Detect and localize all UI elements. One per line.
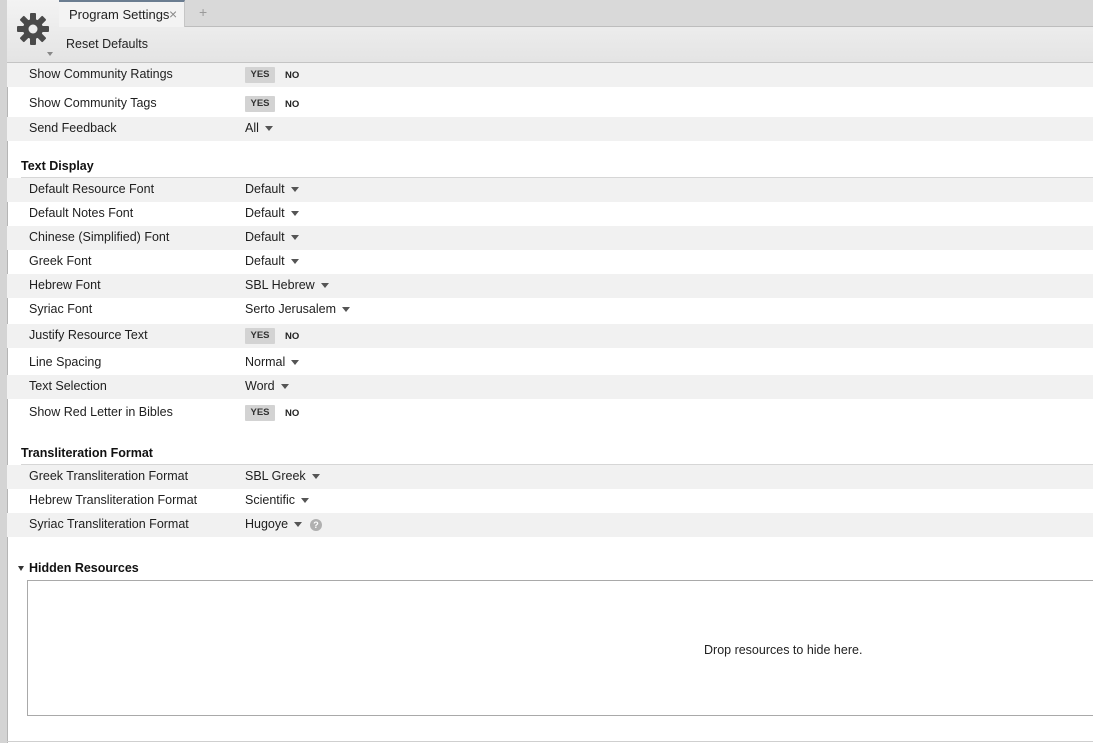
dropdown-value: Word — [245, 379, 275, 393]
setting-label: Line Spacing — [29, 355, 102, 369]
dropdown-value: Serto Jerusalem — [245, 302, 337, 316]
setting-label: Hebrew Transliteration Format — [29, 493, 198, 507]
setting-label: Text Selection — [29, 379, 107, 393]
dropzone-hint: Drop resources to hide here. — [704, 643, 863, 657]
row-show-community-tags: Show Community Tags YES NO — [7, 92, 1093, 116]
setting-label: Default Resource Font — [29, 182, 155, 196]
dropdown-value: SBL Greek — [245, 469, 306, 483]
setting-label: Greek Font — [29, 254, 92, 268]
syriac-font-dropdown[interactable]: Serto Jerusalem — [245, 302, 351, 316]
tab-strip: Program Settings × + — [59, 0, 1093, 27]
bottom-divider — [7, 741, 1093, 742]
dropdown-value: Scientific — [245, 493, 296, 507]
setting-label: Syriac Font — [29, 302, 93, 316]
chevron-down-icon — [294, 522, 303, 528]
chevron-down-icon — [264, 126, 273, 132]
line-spacing-dropdown[interactable]: Normal — [245, 355, 300, 369]
dropdown-value: SBL Hebrew — [245, 278, 315, 292]
row-hebrew-font: Hebrew Font SBL Hebrew — [7, 274, 1093, 298]
setting-label: Chinese (Simplified) Font — [29, 230, 170, 244]
disclosure-triangle-icon[interactable] — [18, 566, 24, 571]
close-icon[interactable]: × — [169, 6, 177, 22]
chevron-down-icon — [290, 187, 299, 193]
tab-label: Program Settings — [69, 7, 170, 22]
setting-label: Syriac Transliteration Format — [29, 517, 189, 531]
toggle-yes-button[interactable]: YES — [245, 328, 275, 344]
section-title-text-display: Text Display — [21, 159, 94, 173]
dropdown-value: Default — [245, 182, 285, 196]
dropdown-value: Default — [245, 254, 285, 268]
chevron-down-icon — [311, 474, 320, 480]
row-greek-font: Greek Font Default — [7, 250, 1093, 274]
setting-label: Greek Transliteration Format — [29, 469, 189, 483]
setting-label: Default Notes Font — [29, 206, 134, 220]
chevron-down-icon — [290, 259, 299, 265]
setting-label: Show Community Ratings — [29, 67, 173, 81]
tab-program-settings[interactable]: Program Settings × — [59, 0, 185, 27]
dropdown-value: Default — [245, 206, 285, 220]
text-selection-dropdown[interactable]: Word — [245, 379, 289, 393]
row-default-notes-font: Default Notes Font Default — [7, 202, 1093, 226]
chevron-down-icon — [291, 360, 300, 366]
greek-transliteration-dropdown[interactable]: SBL Greek — [245, 469, 320, 483]
settings-content: Show Community Ratings YES NO Show Commu… — [7, 63, 1093, 743]
reset-defaults-button[interactable]: Reset Defaults — [66, 37, 148, 51]
chinese-font-dropdown[interactable]: Default — [245, 230, 299, 244]
section-title-hidden-resources[interactable]: Hidden Resources — [29, 561, 139, 575]
syriac-transliteration-dropdown[interactable]: Hugoye — [245, 517, 303, 531]
toggle-no-button[interactable]: NO — [285, 329, 299, 345]
setting-label: Hebrew Font — [29, 278, 101, 292]
hebrew-transliteration-dropdown[interactable]: Scientific — [245, 493, 310, 507]
row-justify-resource-text: Justify Resource Text YES NO — [7, 324, 1093, 348]
send-feedback-dropdown[interactable]: All — [245, 121, 273, 135]
section-title-transliteration-format: Transliteration Format — [21, 446, 153, 460]
toggle-yes-button[interactable]: YES — [245, 405, 275, 421]
setting-label: Send Feedback — [29, 121, 117, 135]
row-chinese-font: Chinese (Simplified) Font Default — [7, 226, 1093, 250]
chevron-down-icon — [290, 235, 299, 241]
dropdown-value: Hugoye — [245, 517, 289, 531]
dropdown-value: Default — [245, 230, 285, 244]
setting-label: Show Community Tags — [29, 96, 157, 110]
row-text-selection: Text Selection Word — [7, 375, 1093, 399]
greek-font-dropdown[interactable]: Default — [245, 254, 299, 268]
row-hebrew-transliteration: Hebrew Transliteration Format Scientific — [7, 489, 1093, 513]
gear-icon[interactable] — [16, 12, 50, 46]
row-default-resource-font: Default Resource Font Default — [7, 178, 1093, 202]
help-icon[interactable]: ? — [310, 519, 322, 531]
row-line-spacing: Line Spacing Normal — [7, 351, 1093, 375]
setting-label: Show Red Letter in Bibles — [29, 405, 173, 419]
toggle-no-button[interactable]: NO — [285, 68, 299, 84]
row-syriac-font: Syriac Font Serto Jerusalem — [7, 298, 1093, 322]
default-notes-font-dropdown[interactable]: Default — [245, 206, 299, 220]
row-syriac-transliteration: Syriac Transliteration Format Hugoye ? — [7, 513, 1093, 537]
default-resource-font-dropdown[interactable]: Default — [245, 182, 299, 196]
row-show-red-letter: Show Red Letter in Bibles YES NO — [7, 401, 1093, 425]
hidden-resources-dropzone[interactable]: Drop resources to hide here. — [27, 580, 1093, 716]
toggle-yes-button[interactable]: YES — [245, 67, 275, 83]
chevron-down-icon — [280, 384, 289, 390]
row-greek-transliteration: Greek Transliteration Format SBL Greek — [7, 465, 1093, 489]
setting-label: Justify Resource Text — [29, 328, 148, 342]
hebrew-font-dropdown[interactable]: SBL Hebrew — [245, 278, 329, 292]
chevron-down-icon — [320, 283, 329, 289]
row-show-community-ratings: Show Community Ratings YES NO — [7, 63, 1093, 87]
chevron-down-icon — [301, 498, 310, 504]
toggle-no-button[interactable]: NO — [285, 97, 299, 113]
settings-header: Program Settings × + Reset Defaults — [7, 0, 1093, 63]
dropdown-value: Normal — [245, 355, 286, 369]
dropdown-value: All — [245, 121, 259, 135]
gear-menu-chevron-icon[interactable] — [47, 52, 53, 56]
add-tab-icon[interactable]: + — [199, 4, 207, 20]
toggle-no-button[interactable]: NO — [285, 406, 299, 422]
toggle-yes-button[interactable]: YES — [245, 96, 275, 112]
chevron-down-icon — [342, 307, 351, 313]
chevron-down-icon — [290, 211, 299, 217]
row-send-feedback: Send Feedback All — [7, 117, 1093, 141]
